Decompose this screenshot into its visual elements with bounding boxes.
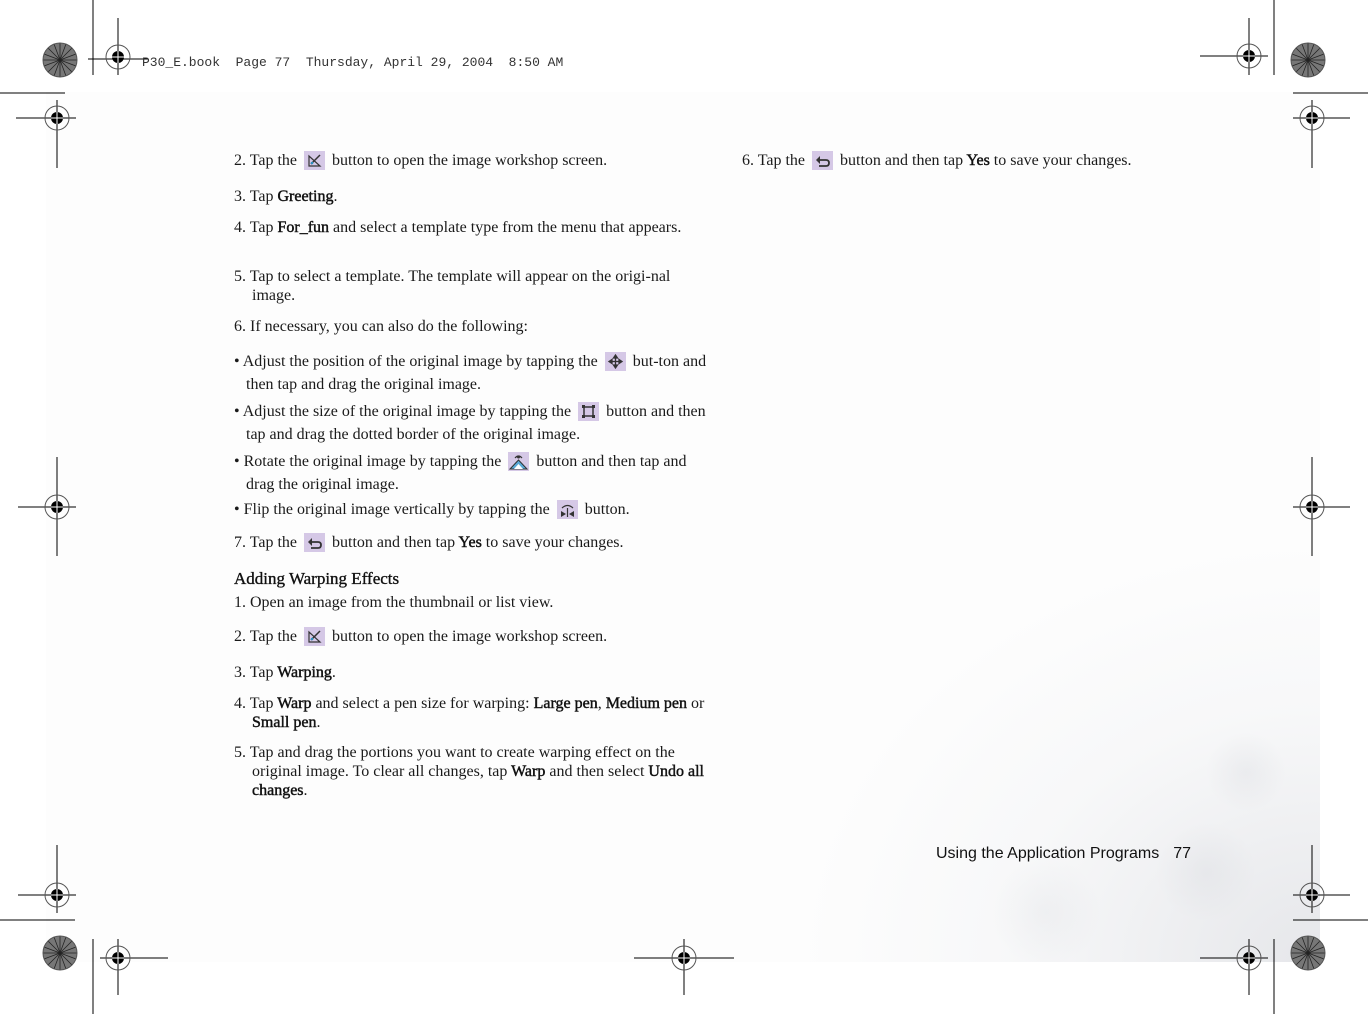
crop-mark-bottom-right	[1200, 845, 1368, 1014]
bullet-flip: • Flip the original image vertically by …	[234, 500, 630, 519]
crop-mark-mid-right	[1293, 457, 1350, 556]
rotate-icon	[508, 452, 530, 471]
crop-mark-top-right	[1200, 0, 1368, 168]
crop-mark-bottom-center	[634, 939, 734, 995]
step-3: 3. Tap Greeting.	[234, 188, 338, 205]
move-icon	[604, 352, 626, 371]
image-workshop-icon	[304, 151, 326, 170]
warp-step-4: 4. Tap Warp and select a pen size for wa…	[234, 695, 705, 731]
warp-step-2: 2. Tap the button to open the image work…	[234, 627, 608, 646]
bullet-adjust-size: • Adjust the size of the original image …	[234, 402, 706, 443]
step-5: 5. Tap to select a template. The templat…	[234, 268, 671, 304]
footer-section-title: Using the Application Programs	[936, 845, 1160, 862]
crop-mark-bottom-left	[0, 845, 168, 1014]
step-7: 7. Tap the button and then tap Yes to sa…	[234, 533, 624, 552]
print-header: P30_E.book Page 77 Thursday, April 29, 2…	[142, 55, 564, 70]
warp-step-5: 5. Tap and drag the portions you want to…	[234, 744, 704, 799]
back-icon	[304, 533, 326, 552]
crop-mark-top-left	[0, 0, 148, 168]
image-workshop-icon	[304, 627, 326, 646]
page-footer: Using the Application Programs 77	[936, 845, 1191, 863]
warp-step-1: 1. Open an image from the thumbnail or l…	[234, 594, 554, 611]
step-4: 4. Tap For_fun and select a template typ…	[234, 219, 682, 236]
right-step-6: 6. Tap the button and then tap Yes to sa…	[742, 151, 1132, 170]
section-heading: Adding Warping Effects	[234, 569, 400, 588]
step-6: 6. If necessary, you can also do the fol…	[234, 318, 528, 335]
step-2: 2. Tap the button to open the image work…	[234, 151, 608, 170]
page-number: 77	[1173, 845, 1192, 862]
crop-mark-mid-left	[18, 457, 76, 556]
bullet-adjust-position: • Adjust the position of the original im…	[234, 352, 707, 393]
flip-icon	[556, 500, 578, 519]
resize-icon	[578, 402, 600, 421]
bullet-rotate: • Rotate the original image by tapping t…	[234, 452, 687, 493]
warp-step-3: 3. Tap Warping.	[234, 664, 336, 681]
back-icon	[812, 151, 834, 170]
